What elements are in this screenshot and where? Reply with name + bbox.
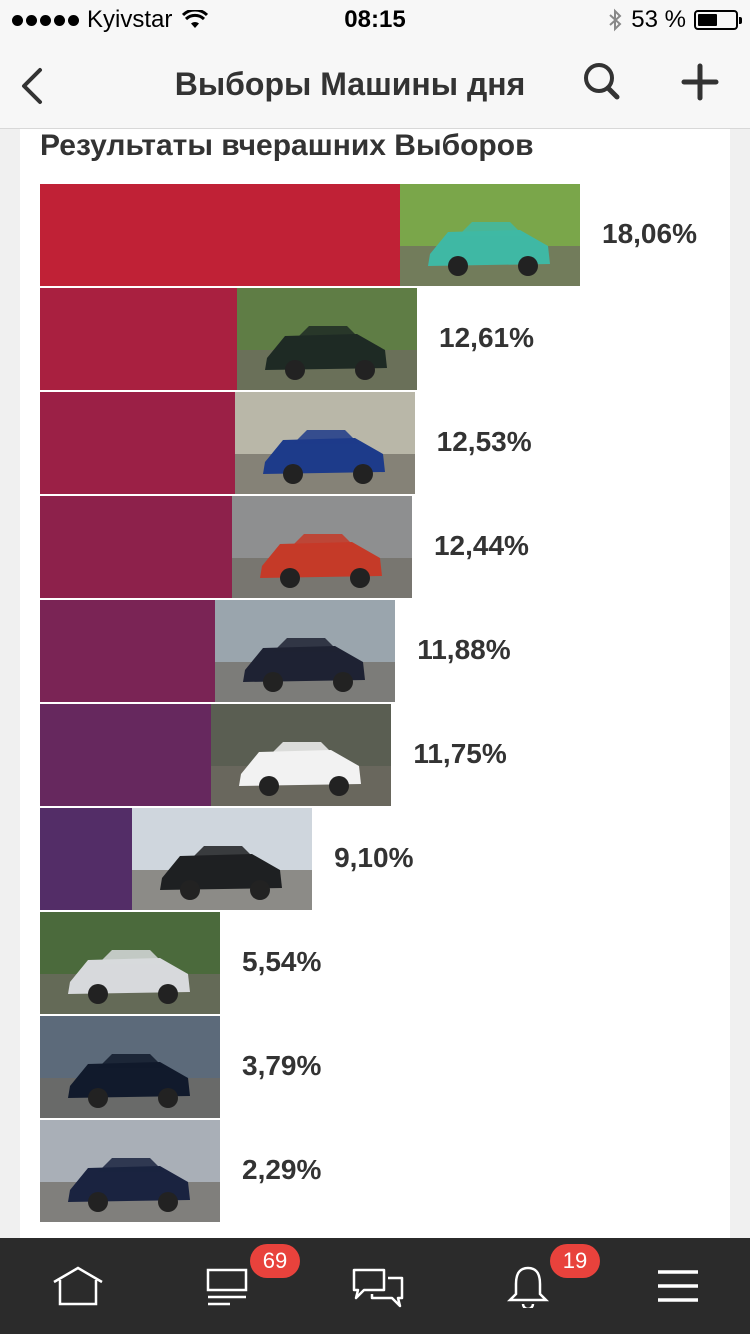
result-bar bbox=[40, 704, 212, 806]
search-button[interactable] bbox=[580, 60, 624, 104]
result-bar bbox=[40, 600, 216, 702]
car-photo[interactable] bbox=[211, 704, 392, 806]
result-percent: 12,53% bbox=[436, 426, 532, 457]
result-percent: 12,44% bbox=[433, 530, 529, 561]
search-icon bbox=[584, 63, 620, 100]
car-photo[interactable] bbox=[132, 808, 313, 910]
result-percent: 18,06% bbox=[602, 218, 697, 249]
result-bar bbox=[40, 392, 235, 494]
plus-icon bbox=[681, 63, 719, 101]
status-right: 53 % bbox=[607, 6, 742, 34]
car-photo-image bbox=[132, 808, 313, 910]
result-percent: 2,29% bbox=[242, 1154, 322, 1185]
car-photo[interactable] bbox=[400, 184, 580, 286]
results-title: Результаты вчерашних Выборов bbox=[40, 129, 534, 162]
car-photo-image bbox=[234, 392, 415, 494]
result-bar bbox=[40, 288, 238, 390]
result-percent: 9,10% bbox=[334, 842, 414, 873]
result-bar bbox=[40, 808, 133, 910]
feed-icon bbox=[206, 1268, 248, 1306]
home-icon bbox=[53, 1266, 103, 1306]
result-percent: 11,75% bbox=[413, 738, 507, 769]
car-photo-image bbox=[40, 1120, 220, 1222]
result-percent: 11,88% bbox=[417, 634, 511, 665]
car-photo[interactable] bbox=[40, 1120, 220, 1222]
tab-menu[interactable] bbox=[600, 1238, 750, 1334]
car-photo-image bbox=[237, 288, 418, 390]
car-photo-image bbox=[40, 912, 220, 1014]
car-photo[interactable] bbox=[40, 1016, 220, 1118]
car-photo[interactable] bbox=[237, 288, 418, 390]
car-photo[interactable] bbox=[215, 600, 396, 702]
battery-icon bbox=[694, 10, 742, 30]
battery-percent: 53 % bbox=[631, 6, 686, 33]
status-bar: Kyivstar 08:15 53 % bbox=[0, 0, 750, 40]
bluetooth-icon bbox=[609, 8, 622, 32]
battery-fill bbox=[698, 14, 718, 26]
car-photo-image bbox=[400, 184, 580, 286]
car-photo-image bbox=[211, 704, 392, 806]
result-bar bbox=[40, 184, 400, 286]
feed-badge: 69 bbox=[250, 1244, 300, 1278]
messages-icon bbox=[352, 1268, 404, 1308]
tab-bar: 69 19 bbox=[0, 1238, 750, 1334]
car-photo-image bbox=[231, 496, 412, 598]
result-percent: 5,54% bbox=[242, 946, 322, 977]
car-photo[interactable] bbox=[231, 496, 412, 598]
menu-icon bbox=[658, 1270, 698, 1302]
tab-notifications[interactable]: 19 bbox=[450, 1238, 600, 1334]
notifications-badge: 19 bbox=[550, 1244, 600, 1278]
nav-bar: Выборы Машины дня bbox=[0, 40, 750, 129]
tab-home[interactable] bbox=[0, 1238, 150, 1334]
tab-messages[interactable] bbox=[300, 1238, 450, 1334]
car-photo-image bbox=[215, 600, 396, 702]
result-percent: 3,79% bbox=[242, 1050, 322, 1081]
tab-feed[interactable]: 69 bbox=[150, 1238, 300, 1334]
bell-icon bbox=[506, 1266, 550, 1308]
result-bar bbox=[40, 496, 232, 598]
car-photo[interactable] bbox=[40, 912, 220, 1014]
result-percent: 12,61% bbox=[439, 322, 534, 353]
results-card: Результаты вчерашних Выборов 18,06% 12,61… bbox=[20, 129, 730, 1239]
car-photo-image bbox=[40, 1016, 220, 1118]
add-button[interactable] bbox=[678, 60, 722, 104]
car-photo[interactable] bbox=[234, 392, 415, 494]
